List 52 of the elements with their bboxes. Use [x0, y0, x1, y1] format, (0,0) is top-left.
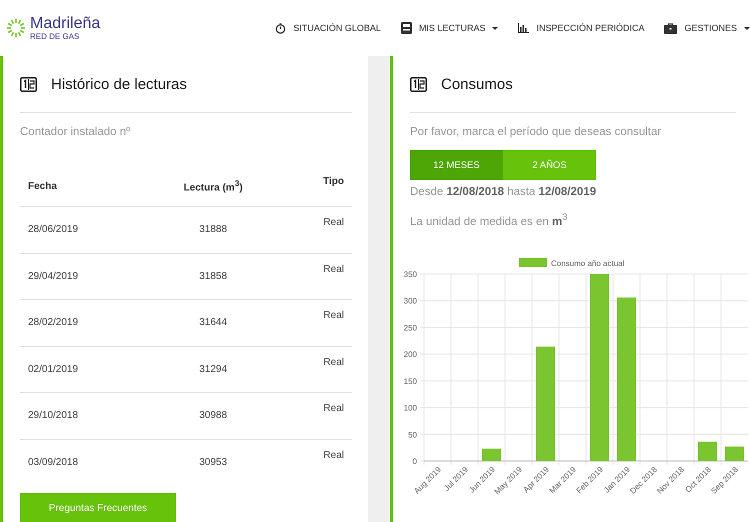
y-tick-label: 0: [412, 456, 417, 466]
y-tick-label: 300: [404, 296, 417, 306]
nav-link[interactable]: MIS LECTURAS: [400, 22, 498, 34]
y-tick-label: 200: [404, 350, 417, 359]
counter-icon: [20, 76, 37, 92]
card-title: Consumos: [441, 76, 513, 92]
card-title: Histórico de lecturas: [51, 76, 187, 92]
table-cell: 28/02/2019: [20, 300, 144, 346]
logo-name: Madrileña: [30, 16, 100, 32]
table-cell: 31294: [143, 346, 284, 392]
table-cell: 31888: [143, 206, 284, 253]
bar-chart-icon: [518, 23, 530, 33]
table-cell: 03/09/2018: [20, 439, 144, 485]
timer-icon: [275, 22, 286, 34]
table-cell: 31858: [143, 253, 284, 300]
table-cell: Real: [283, 300, 352, 346]
legend-label: Consumo año actual: [551, 258, 624, 268]
y-tick-label: 150: [404, 376, 417, 386]
meter-icon: [400, 22, 412, 34]
table-cell: 28/06/2019: [20, 206, 144, 253]
table-cell: 29/04/2019: [20, 253, 144, 300]
table-cell: Real: [283, 206, 352, 253]
nav-link[interactable]: GESTIONES: [664, 22, 750, 34]
date-range: Desde 12/08/2018 hasta 12/08/2019: [410, 186, 598, 198]
y-tick-label: 350: [404, 270, 417, 279]
logo-icon: [6, 18, 26, 38]
nav-link[interactable]: SITUACIÓN GLOBAL: [275, 22, 381, 34]
period-prompt: Por favor, marca el período que deseas consultar: [410, 126, 662, 138]
table-cell: Real: [283, 392, 352, 439]
bar: [698, 442, 717, 461]
table-cell: 02/01/2019: [20, 346, 144, 392]
logo-tagline: RED DE GAS: [30, 32, 80, 40]
table-cell: Real: [283, 253, 352, 300]
y-tick-label: 250: [404, 323, 417, 332]
table-cell: Real: [283, 439, 352, 485]
unit-note: La unidad de medida es en m$^{3}$: [410, 212, 569, 228]
bar: [725, 446, 744, 461]
y-tick-label: 50: [408, 430, 417, 440]
table-cell: 29/10/2018: [20, 392, 144, 439]
briefcase-icon: [664, 22, 678, 34]
table-cell: 30953: [143, 439, 284, 485]
y-tick-label: 100: [404, 403, 417, 412]
counter-icon: [410, 76, 427, 92]
meter-label: Contador instalado nº: [20, 126, 132, 138]
column-header: Lectura (m$^{3}$): [143, 166, 284, 206]
bar: [482, 448, 501, 461]
column-header: Tipo: [283, 166, 352, 206]
column-header: Fecha: [20, 166, 144, 206]
table-cell: Real: [283, 346, 352, 392]
table-cell: 30988: [143, 392, 284, 439]
nav-link[interactable]: INSPECCIÓN PERIÓDICA: [518, 23, 644, 33]
table-cell: 31644: [143, 300, 284, 346]
